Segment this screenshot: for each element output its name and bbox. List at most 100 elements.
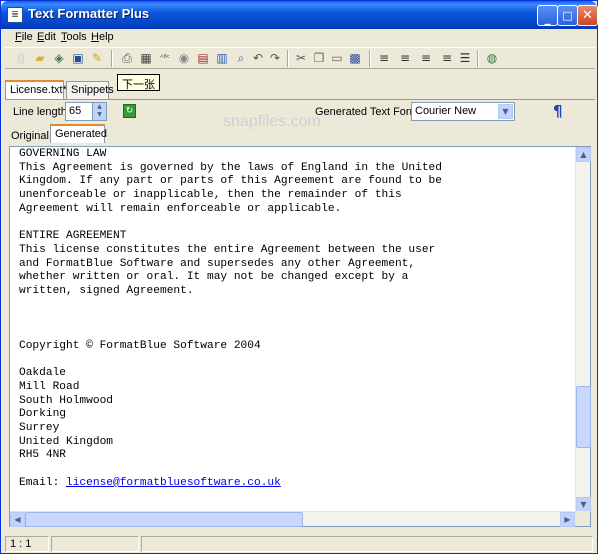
editor-line: United Kingdom <box>19 435 113 448</box>
minimize-button[interactable]: _ <box>537 5 558 26</box>
spellcheck-icon[interactable]: ᴬᴮᶜ <box>157 50 173 66</box>
status-panel-3 <box>141 536 593 552</box>
editor-line: Oakdale <box>19 367 66 380</box>
tab-original[interactable]: Original <box>7 128 53 145</box>
menu-help-accel: H <box>91 31 99 43</box>
editor-line: Agreement will remain enforceable or app… <box>19 202 342 215</box>
app-window: ≣ Text Formatter Plus _ □ ✕ File Edit To… <box>0 0 598 554</box>
line-length-label: Line length: <box>13 106 70 118</box>
font-select-value: Courier New <box>415 105 477 117</box>
globe-icon[interactable]: ◍ <box>484 50 500 66</box>
format-icon[interactable]: ▤ <box>195 50 211 66</box>
tab-license[interactable]: License.txt* <box>5 80 67 99</box>
close-button[interactable]: ✕ <box>577 5 598 26</box>
align-right-icon[interactable]: ≡ <box>418 50 434 66</box>
editor-line: RH5 4NR <box>19 449 66 462</box>
cd-icon[interactable]: ◉ <box>176 50 192 66</box>
tab-generated[interactable]: Generated <box>50 124 107 143</box>
new-file-icon[interactable]: ▯ <box>13 50 29 66</box>
refresh-icon[interactable]: ↻ <box>123 104 136 118</box>
line-length-spinner[interactable]: 65 ▲ ▼ <box>65 102 107 121</box>
print-icon[interactable]: ⎙ <box>119 50 135 66</box>
title-bar: ≣ Text Formatter Plus _ □ ✕ <box>1 1 598 29</box>
email-line: Email: license@formatbluesoftware.co.uk <box>19 477 571 491</box>
editor-line: Kingdom. If any part or parts of this Ag… <box>19 175 442 188</box>
editor-line: Copyright © FormatBlue Software 2004 <box>19 339 261 352</box>
redo-icon[interactable]: ↷ <box>267 50 283 66</box>
vertical-scrollbar[interactable]: ▲ ▼ <box>575 147 591 512</box>
menu-edit-label: dit <box>44 31 56 43</box>
vertical-scroll-thumb[interactable] <box>576 386 591 448</box>
watermark: snapfiles.com <box>223 113 321 130</box>
menu-edit[interactable]: Edit <box>37 31 56 43</box>
editor-line: Mill Road <box>19 380 80 393</box>
undo-icon[interactable]: ↶ <box>250 50 266 66</box>
menu-help-label: elp <box>98 31 114 43</box>
toolbar-separator <box>287 50 289 67</box>
editor-line: GOVERNING LAW <box>19 148 107 160</box>
tooltip: 下一张 <box>117 74 160 91</box>
paste-icon[interactable]: ▭ <box>329 50 345 66</box>
editor-line: This Agreement is governed by the laws o… <box>19 161 442 174</box>
align-center-icon[interactable]: ≡ <box>397 50 413 66</box>
editor-line: Dorking <box>19 408 66 421</box>
recent-files-icon[interactable]: ◈ <box>51 50 67 66</box>
toolbar-separator <box>477 50 479 67</box>
menu-help[interactable]: Help <box>91 31 114 43</box>
menu-bar: File Edit Tools Help <box>5 29 595 47</box>
app-icon: ≣ <box>7 7 23 23</box>
menu-file-accel: F <box>15 31 22 43</box>
editor-line: This license constitutes the entire Agre… <box>19 243 436 256</box>
horizontal-scrollbar[interactable]: ◀ ▶ <box>10 511 575 527</box>
editor-text[interactable]: GOVERNING LAW This Agreement is governed … <box>19 148 571 506</box>
maximize-button[interactable]: □ <box>557 5 578 26</box>
toolbar: ▯ ▰ ◈ ▣ ✎ ⎙ ▦ ᴬᴮᶜ ◉ ▤ ▥ ⌕ ↶ ↷ ✂ ❐ ▭ ▩ ≡ … <box>5 47 595 69</box>
scrollbar-corner <box>575 511 590 526</box>
line-length-value[interactable]: 65 <box>69 105 81 117</box>
editor-line: ENTIRE AGREEMENT <box>19 230 127 243</box>
email-link[interactable]: license@formatbluesoftware.co.uk <box>66 477 281 489</box>
scroll-right-icon[interactable]: ▶ <box>560 512 575 527</box>
find-icon[interactable]: ⌕ <box>233 50 249 66</box>
save-icon[interactable]: ▣ <box>70 50 86 66</box>
font-label: Generated Text Font: <box>315 106 419 118</box>
calculator-icon[interactable]: ▦ <box>138 50 154 66</box>
justify-icon[interactable]: ≡ <box>439 50 455 66</box>
cut-icon[interactable]: ✂ <box>293 50 309 66</box>
copy-icon[interactable]: ❐ <box>311 50 327 66</box>
list-icon[interactable]: ☰ <box>457 50 473 66</box>
menu-file-label: ile <box>21 31 33 43</box>
paste-special-icon[interactable]: ▩ <box>347 50 363 66</box>
editor-line: and FormatBlue Software and supersedes a… <box>19 257 416 270</box>
menu-tools[interactable]: Tools <box>61 31 87 43</box>
editor-line: whether written or oral. It may not be c… <box>19 271 409 284</box>
open-folder-icon[interactable]: ▰ <box>32 50 48 66</box>
text-editor[interactable]: GOVERNING LAW This Agreement is governed … <box>9 146 591 527</box>
editor-lines: GOVERNING LAW This Agreement is governed … <box>19 148 571 477</box>
scroll-down-icon[interactable]: ▼ <box>576 497 591 512</box>
toolbar-separator <box>111 50 113 67</box>
window-title: Text Formatter Plus <box>28 6 150 21</box>
align-left-icon[interactable]: ≡ <box>376 50 392 66</box>
font-select[interactable]: Courier New ▼ <box>411 102 515 121</box>
spinner-arrows-icon[interactable]: ▲ ▼ <box>92 103 106 120</box>
status-bar: 1 : 1 <box>5 536 595 552</box>
scroll-up-icon[interactable]: ▲ <box>576 147 591 162</box>
editor-line: written, signed Agreement. <box>19 285 194 298</box>
scroll-left-icon[interactable]: ◀ <box>10 512 25 527</box>
tab-snippets[interactable]: Snippets <box>66 81 114 99</box>
status-panel-2 <box>51 536 139 552</box>
calendar-icon[interactable]: ▥ <box>214 50 230 66</box>
chevron-down-icon[interactable]: ▼ <box>498 104 513 119</box>
pilcrow-icon[interactable]: ¶ <box>553 102 563 120</box>
email-label: Email: <box>19 476 66 489</box>
export-icon[interactable]: ✎ <box>89 50 105 66</box>
horizontal-scroll-thumb[interactable] <box>25 512 303 527</box>
menu-file[interactable]: File <box>15 31 33 43</box>
